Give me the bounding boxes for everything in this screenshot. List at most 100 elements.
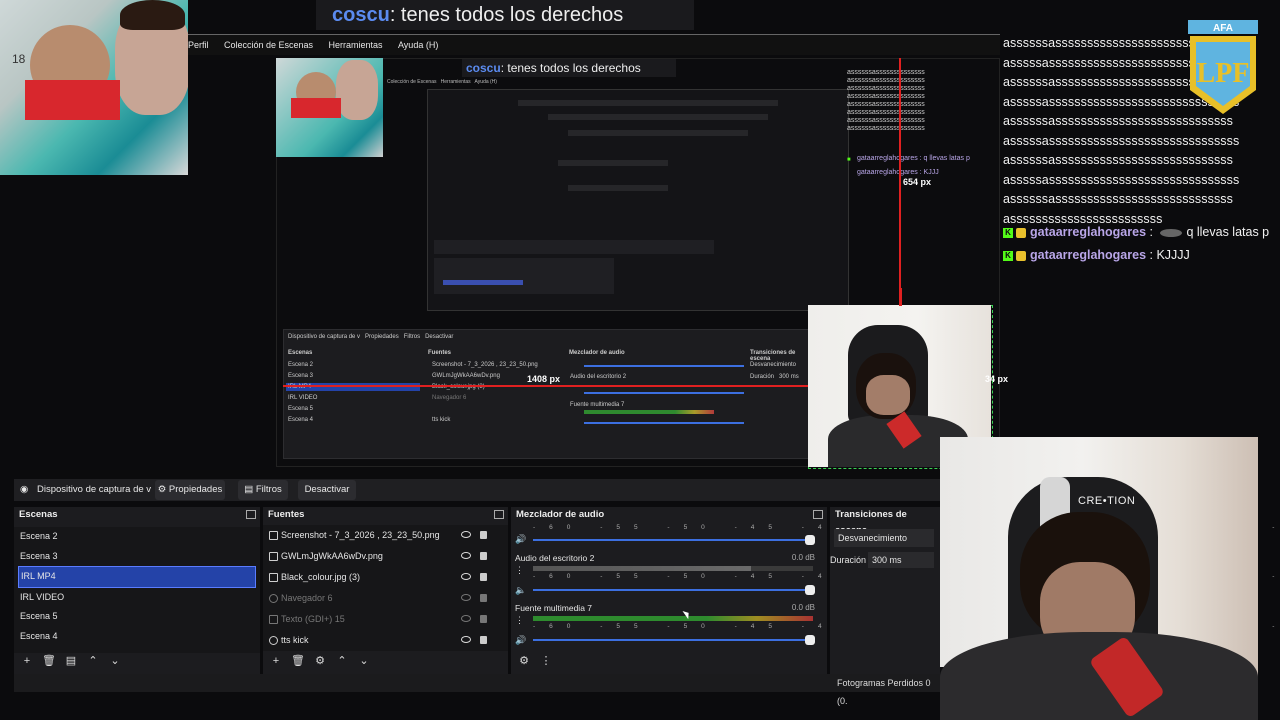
visibility-eye-icon[interactable] [461,636,471,643]
banner-user: coscu [332,4,390,26]
menu-item-tools[interactable]: Herramientas [328,40,382,50]
webcam-overlay: CRE•TION [940,437,1258,720]
chat-message: Kgataarreglahogares : KJJJJ [1003,245,1190,265]
lock-icon[interactable] [480,531,487,539]
volume-slider[interactable] [533,585,815,595]
mixer-ticks: -60 -55 -50 -45 -40 -35 -30 -25 -20 -15 … [533,524,1280,531]
chat-username: gataarreglahogares [1030,225,1147,239]
lock-icon[interactable] [480,573,487,581]
level-meter [533,566,813,571]
visibility-eye-icon[interactable] [461,552,471,559]
visibility-eye-off-icon[interactable] [461,594,471,601]
lock-icon[interactable] [480,636,487,644]
level-meter [533,616,813,621]
speaker-icon[interactable]: 🔊 [515,534,526,545]
duration-input[interactable]: 300 ms [868,552,934,568]
filters-button[interactable]: ▤ Filtros [238,480,288,500]
speaker-icon[interactable]: 🔊 [515,635,526,646]
scenes-title: Escenas [19,509,58,520]
trash-icon[interactable]: 🗑 [289,654,307,667]
image-icon [269,573,278,583]
nested-chat-line-2: gataarreglahogares : KJJJ [857,169,939,176]
chat-line: assssssassssssssssssssssssssssssssss [1003,192,1234,206]
filter-icon[interactable]: ▤ [62,654,80,667]
image-icon [269,552,278,562]
lock-icon[interactable] [480,552,487,560]
chat-message: Kgataarreglahogares : q llevas latas p [1003,222,1269,242]
mixer-footer: ⚙ ⋮ [515,654,559,668]
image-icon [269,531,278,541]
gear-icon[interactable]: ⚙ [311,654,329,667]
add-icon[interactable]: + [267,655,285,667]
scene-item[interactable]: Escena 2 [14,527,260,547]
move-down-icon[interactable]: ⌄ [355,654,373,667]
visibility-eye-icon[interactable] [461,573,471,580]
height-px-label: 654 px [903,177,932,187]
logo-initials: LPF [1197,58,1250,89]
volume-slider[interactable] [533,535,815,545]
status-bar: Fotogramas Perdidos 0 (0. [14,674,940,706]
chair-brand: CRE•TION [1078,495,1136,507]
nested-menu: Colección de Escenas Herramientas Ayuda … [387,79,497,85]
kick-badge-icon: K [1003,250,1013,261]
source-item[interactable]: Screenshot - 7_3_2026 , 23_23_50.png [263,525,508,546]
undock-icon[interactable] [494,510,504,519]
source-item[interactable]: Black_colour.jpg (3) [263,567,508,588]
add-icon[interactable]: + [18,655,36,667]
sources-footer: + 🗑 ⚙ ⌃ ⌄ [267,654,377,668]
menu-dots-icon[interactable]: ⋮ [515,615,524,626]
sources-dock: Fuentes Screenshot - 7_3_2026 , 23_23_50… [263,507,508,674]
undock-icon[interactable] [246,510,256,519]
volume-slider[interactable] [533,635,815,645]
lpf-logo: AFA LPF [1188,20,1258,114]
emote-icon [1160,228,1183,237]
lock-icon[interactable] [480,594,487,602]
browser-icon [269,594,278,604]
menu-bar: Perfil Colección de Escenas Herramientas… [188,34,1000,55]
scene-item-selected[interactable]: IRL MP4 [18,566,256,588]
menu-item-scene-collection[interactable]: Colección de Escenas [224,40,313,50]
kick-badge-icon: K [1003,227,1013,238]
source-item[interactable]: tts kick [263,630,508,651]
scene-item[interactable]: IRL VIDEO [14,588,260,608]
browser-icon [269,636,278,646]
sources-title: Fuentes [268,509,305,520]
visibility-eye-icon[interactable] [461,531,471,538]
move-down-icon[interactable]: ⌄ [106,654,124,667]
muted-speaker-icon[interactable]: 🔈 [515,585,526,596]
gear-icon[interactable]: ⚙ [515,654,533,667]
chat-banner: coscu: tenes todos los derechos [316,0,694,30]
scene-item[interactable]: Escena 4 [14,627,260,647]
move-up-icon[interactable]: ⌃ [333,654,351,667]
deactivate-button[interactable]: Desactivar [298,480,356,500]
menu-dots-icon[interactable]: ⋮ [515,565,524,576]
scene-item[interactable]: Escena 3 [14,547,260,567]
dropped-frames: Fotogramas Perdidos 0 (0. [837,678,931,706]
scenes-dock: Escenas Escena 2 Escena 3 IRL MP4 IRL VI… [14,507,260,674]
camera-icon: ◉ [20,484,29,495]
width-px-label: 1408 px [527,374,561,384]
lock-icon[interactable] [480,615,487,623]
transition-select[interactable]: Desvanecimiento [834,529,934,547]
preview-webcam-photo [276,58,383,157]
banner-message: : tenes todos los derechos [389,4,624,26]
trash-icon[interactable]: 🗑 [40,654,58,667]
chat-text: : KJJJJ [1149,248,1190,262]
menu-item-profile[interactable]: Perfil [188,40,209,50]
logo-top-text: AFA [1213,23,1233,34]
undock-icon[interactable] [813,510,823,519]
properties-button[interactable]: ⚙ Propiedades [155,480,225,500]
source-item[interactable]: Navegador 6 [263,588,508,609]
scenes-footer: + 🗑 ▤ ⌃ ⌄ [18,654,128,668]
scene-item[interactable]: Escena 5 [14,607,260,627]
source-item[interactable]: GWLmJgWkAA6wDv.png [263,546,508,567]
move-up-icon[interactable]: ⌃ [84,654,102,667]
menu-dots-icon[interactable]: ⋮ [537,654,555,667]
transform-guide-vertical [899,58,901,305]
chat-line: assssssassssssssssssssssssssssssssss [1003,153,1234,167]
source-item[interactable]: Texto (GDI+) 15 [263,609,508,630]
duration-label: Duración [830,555,867,565]
menu-item-help[interactable]: Ayuda (H) [398,40,438,50]
sub-badge-icon [1016,227,1026,238]
visibility-eye-off-icon[interactable] [461,615,471,622]
